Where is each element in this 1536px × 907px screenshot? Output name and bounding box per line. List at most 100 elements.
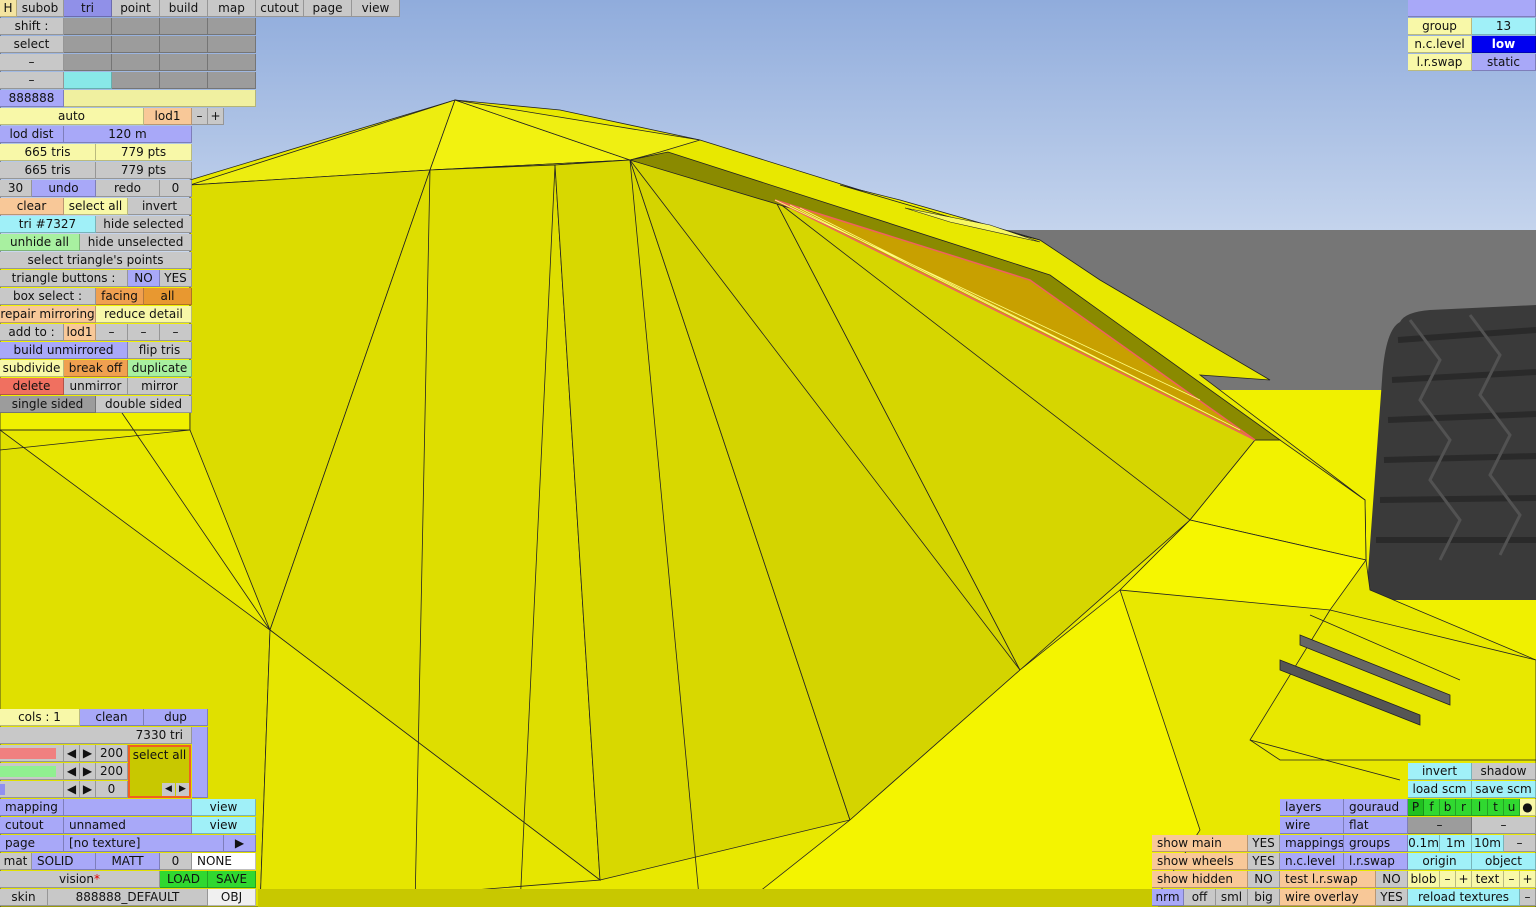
color-swatch[interactable] bbox=[64, 90, 256, 107]
reload-textures-button[interactable]: reload textures bbox=[1408, 889, 1520, 906]
flag-r[interactable]: r bbox=[1456, 799, 1472, 816]
object-button[interactable]: object bbox=[1472, 853, 1536, 870]
box-select-facing[interactable]: facing bbox=[96, 288, 144, 305]
save-scm-button[interactable]: save scm bbox=[1472, 781, 1536, 798]
dash-button-2[interactable]: – bbox=[1472, 817, 1536, 834]
green-slider[interactable] bbox=[0, 763, 64, 780]
select-triangle-points-button[interactable]: select triangle's points bbox=[0, 252, 192, 269]
redo-button[interactable]: redo bbox=[96, 180, 160, 197]
red-slider[interactable] bbox=[0, 745, 64, 762]
load-scm-button[interactable]: load scm bbox=[1408, 781, 1472, 798]
green-inc[interactable]: ▶ bbox=[80, 763, 96, 780]
tab-map[interactable]: map bbox=[208, 0, 256, 17]
show-wheels-yes[interactable]: YES bbox=[1248, 853, 1280, 870]
flag-u[interactable]: u bbox=[1504, 799, 1520, 816]
box-select-all[interactable]: all bbox=[144, 288, 192, 305]
layers-button[interactable]: layers bbox=[1280, 799, 1344, 816]
skin-value[interactable]: 888888_DEFAULT bbox=[48, 889, 208, 906]
shift-slot-3[interactable] bbox=[160, 18, 208, 35]
lod-dist-value[interactable]: 120 m bbox=[64, 126, 192, 143]
big-button[interactable]: big bbox=[1248, 889, 1280, 906]
clean-button[interactable]: clean bbox=[80, 709, 144, 726]
tab-tri[interactable]: tri bbox=[64, 0, 112, 17]
shadow-button[interactable]: shadow bbox=[1472, 763, 1536, 780]
mat-matt-button[interactable]: MATT bbox=[96, 853, 160, 870]
snap-01m[interactable]: 0.1m bbox=[1408, 835, 1440, 852]
cutout-view-button[interactable]: view bbox=[192, 817, 256, 834]
break-off-button[interactable]: break off bbox=[64, 360, 128, 377]
blue-dec[interactable]: ◀ bbox=[64, 781, 80, 798]
color-scrollbar[interactable] bbox=[192, 727, 208, 798]
blob-plus[interactable]: + bbox=[1456, 871, 1472, 888]
add-to-slot-2[interactable]: – bbox=[128, 324, 160, 341]
clear-button[interactable]: clear bbox=[0, 198, 64, 215]
red-dec[interactable]: ◀ bbox=[64, 745, 80, 762]
flat-button[interactable]: flat bbox=[1344, 817, 1408, 834]
snap-minus[interactable]: – bbox=[1504, 835, 1536, 852]
gouraud-button[interactable]: gouraud bbox=[1344, 799, 1408, 816]
tab-cutout[interactable]: cutout bbox=[256, 0, 304, 17]
row3-slot-1[interactable] bbox=[64, 54, 112, 71]
add-to-lod[interactable]: lod1 bbox=[64, 324, 96, 341]
lod-button[interactable]: lod1 bbox=[144, 108, 192, 125]
snap-10m[interactable]: 10m bbox=[1472, 835, 1504, 852]
lrs-value[interactable]: static bbox=[1472, 54, 1536, 71]
select-all-button[interactable]: select all bbox=[64, 198, 128, 215]
flag-b[interactable]: b bbox=[1440, 799, 1456, 816]
flag-p[interactable]: P bbox=[1408, 799, 1424, 816]
swatch-left[interactable]: ◀ bbox=[162, 783, 175, 796]
mappings-button[interactable]: mappings bbox=[1280, 835, 1344, 852]
groups-button[interactable]: groups bbox=[1344, 835, 1408, 852]
lrs-button[interactable]: l.r.swap bbox=[1344, 853, 1408, 870]
tab-point[interactable]: point bbox=[112, 0, 160, 17]
select-slot-4[interactable] bbox=[208, 36, 256, 53]
select-slot-1[interactable] bbox=[64, 36, 112, 53]
page-value[interactable]: [no texture] bbox=[64, 835, 224, 852]
reload-textures-minus[interactable]: – bbox=[1520, 889, 1536, 906]
repair-mirroring-button[interactable]: repair mirroring bbox=[0, 306, 96, 323]
page-arrow-button[interactable]: ▶ bbox=[224, 835, 256, 852]
row4-slot-3[interactable] bbox=[160, 72, 208, 89]
undo-button[interactable]: undo bbox=[32, 180, 96, 197]
swatch-right[interactable]: ▶ bbox=[176, 783, 189, 796]
ncl-button[interactable]: n.c.level bbox=[1280, 853, 1344, 870]
hide-unselected-button[interactable]: hide unselected bbox=[80, 234, 192, 251]
row3-slot-2[interactable] bbox=[112, 54, 160, 71]
row3-slot-3[interactable] bbox=[160, 54, 208, 71]
unhide-all-button[interactable]: unhide all bbox=[0, 234, 80, 251]
shift-slot-4[interactable] bbox=[208, 18, 256, 35]
flag-dot[interactable]: ● bbox=[1520, 799, 1536, 816]
build-unmirrored-button[interactable]: build unmirrored bbox=[0, 342, 128, 359]
cutout-value[interactable]: unnamed bbox=[64, 817, 192, 834]
subdivide-button[interactable]: subdivide bbox=[0, 360, 64, 377]
flip-tris-button[interactable]: flip tris bbox=[128, 342, 192, 359]
show-main-yes[interactable]: YES bbox=[1248, 835, 1280, 852]
lod-minus-button[interactable]: – bbox=[192, 108, 208, 125]
unmirror-button[interactable]: unmirror bbox=[64, 378, 128, 395]
select-slot-3[interactable] bbox=[160, 36, 208, 53]
shift-slot-2[interactable] bbox=[112, 18, 160, 35]
flag-f[interactable]: f bbox=[1424, 799, 1440, 816]
delete-button[interactable]: delete bbox=[0, 378, 64, 395]
triangle-buttons-no[interactable]: NO bbox=[128, 270, 160, 287]
tab-subob[interactable]: subob bbox=[17, 0, 64, 17]
row3-slot-4[interactable] bbox=[208, 54, 256, 71]
row4-slot-1[interactable] bbox=[64, 72, 112, 89]
sml-button[interactable]: sml bbox=[1216, 889, 1248, 906]
mapping-value[interactable] bbox=[64, 799, 192, 816]
show-hidden-no[interactable]: NO bbox=[1248, 871, 1280, 888]
save-button[interactable]: SAVE bbox=[208, 871, 256, 888]
ncl-value[interactable]: low bbox=[1472, 36, 1536, 53]
origin-button[interactable]: origin bbox=[1408, 853, 1472, 870]
flag-t[interactable]: t bbox=[1488, 799, 1504, 816]
group-value[interactable]: 13 bbox=[1472, 18, 1536, 35]
mat-none[interactable]: NONE bbox=[192, 853, 256, 870]
row4-slot-2[interactable] bbox=[112, 72, 160, 89]
blue-slider[interactable] bbox=[0, 781, 64, 798]
blue-inc[interactable]: ▶ bbox=[80, 781, 96, 798]
swatch-select-all[interactable]: select all bbox=[130, 747, 189, 764]
select-slot-2[interactable] bbox=[112, 36, 160, 53]
snap-1m[interactable]: 1m bbox=[1440, 835, 1472, 852]
green-dec[interactable]: ◀ bbox=[64, 763, 80, 780]
red-inc[interactable]: ▶ bbox=[80, 745, 96, 762]
